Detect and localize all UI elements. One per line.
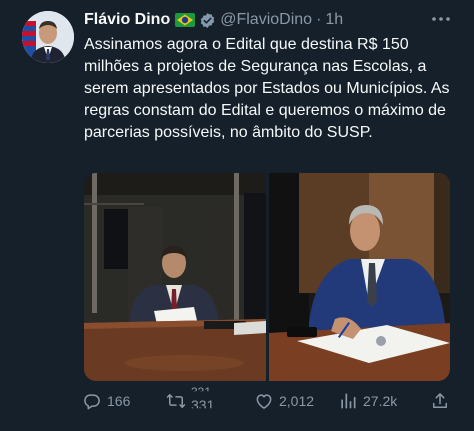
like-button[interactable]: 2,012 xyxy=(254,389,314,413)
share-button[interactable] xyxy=(430,389,450,413)
author-avatar[interactable] xyxy=(22,11,74,63)
brazil-flag-icon xyxy=(175,13,196,27)
author-name[interactable]: Flávio Dino xyxy=(84,11,170,29)
retweet-icon xyxy=(166,394,186,408)
tweet-media[interactable] xyxy=(84,173,450,381)
retweet-button[interactable]: 331 331 xyxy=(166,385,217,413)
reply-count: 166 xyxy=(107,393,131,409)
avatar-image xyxy=(22,11,74,63)
photo-signing-at-desk[interactable] xyxy=(84,173,266,381)
like-count: 2,012 xyxy=(279,393,315,409)
heart-icon xyxy=(256,394,272,409)
retweet-count-previous: 331 xyxy=(191,385,212,399)
reply-button[interactable]: 166 xyxy=(82,389,130,413)
tweet-actions: 166 331 331 2,012 27.2k xyxy=(82,385,452,413)
views-count: 27.2k xyxy=(363,393,398,409)
reply-icon xyxy=(84,394,100,410)
more-options-icon[interactable] xyxy=(430,11,452,27)
tweet-text: Assinamos agora o Edital que destina R$ … xyxy=(84,36,450,141)
verified-badge-icon[interactable] xyxy=(199,12,216,29)
retweet-count: 331 xyxy=(191,397,215,413)
tweet-header: Flávio Dino @FlavioDino · 1h xyxy=(84,9,460,31)
header-separator: · xyxy=(316,11,322,28)
author-handle[interactable]: @FlavioDino xyxy=(220,11,312,29)
retweet-count-animated: 331 331 xyxy=(191,385,217,413)
photo-signing-document-closeup[interactable] xyxy=(269,173,450,381)
share-icon xyxy=(433,393,447,408)
tweet-timestamp[interactable]: 1h xyxy=(325,11,343,29)
views-chart-icon xyxy=(341,393,356,409)
views-button[interactable]: 27.2k xyxy=(338,389,397,413)
